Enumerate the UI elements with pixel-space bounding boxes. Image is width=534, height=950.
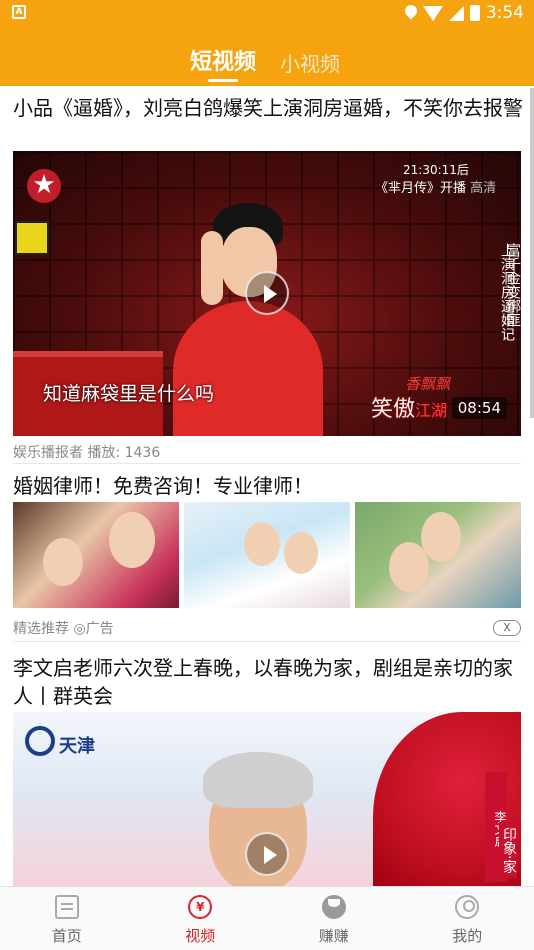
ad-image-1[interactable] [13, 502, 179, 608]
scrollbar[interactable] [530, 88, 534, 418]
video-title[interactable]: 小品《逼婚》，刘亮白鸽爆笑上演洞房逼婚，不笑你去报警 [13, 94, 523, 122]
video-feed[interactable]: 小品《逼婚》，刘亮白鸽爆笑上演洞房逼婚，不笑你去报警 ★ 21:30:11后 《… [0, 86, 534, 886]
nav-video[interactable]: ¥ 视频 [134, 887, 268, 950]
status-icons: 3:54 [405, 3, 524, 23]
status-bar: A 3:54 [0, 0, 534, 28]
nav-video-label: 视频 [185, 927, 216, 945]
ad-title[interactable]: 婚姻律师！免费咨询！专业律师！ [13, 472, 523, 500]
divider [13, 463, 521, 464]
battery-icon [469, 5, 480, 21]
channel-logo-icon: ★ [27, 169, 61, 203]
video-source: 娱乐播报者 [13, 445, 83, 461]
channel-name: 天津 [59, 736, 95, 757]
overlay-vertical-caption-2: 富千金变绑匪 [505, 243, 521, 327]
overlay-vertical-caption-2: 印象·家 [499, 822, 517, 878]
nav-home-label: 首页 [51, 927, 82, 945]
tab-short-video[interactable]: 短视频 [190, 44, 256, 76]
sponsor-badge-icon [15, 221, 49, 255]
channel-logo-icon [25, 726, 55, 756]
notification-icon: A [12, 5, 26, 19]
bottom-nav: 首页 ¥ 视频 赚赚 我的 [0, 886, 534, 950]
active-tab-indicator [208, 79, 238, 82]
ad-image-2[interactable] [184, 502, 350, 608]
home-icon [54, 895, 79, 919]
nav-earn-label: 赚赚 [318, 927, 349, 945]
nav-home[interactable]: 首页 [0, 887, 134, 950]
tab-mini-video[interactable]: 小视频 [280, 48, 340, 77]
ad-close-button[interactable]: X [493, 620, 521, 636]
play-icon[interactable] [245, 271, 289, 315]
overlay-program: 《芈月传》开播 高清 [375, 181, 497, 196]
show-brand: 笑傲江湖 [371, 397, 448, 422]
ad-tag: 精选推荐 [13, 621, 69, 637]
app-header: A 3:54 短视频 小视频 [0, 0, 534, 86]
video-icon: ¥ [188, 895, 213, 919]
play-icon[interactable] [245, 832, 289, 876]
status-time: 3:54 [485, 3, 524, 23]
ad-image-3[interactable] [355, 502, 521, 608]
video-title[interactable]: 李文启老师六次登上春晚，以春晚为家，剧组是亲切的家人丨群英会 [13, 654, 523, 710]
nav-profile[interactable]: 我的 [401, 887, 534, 950]
video-thumbnail[interactable]: ★ 21:30:11后 《芈月传》开播 高清 上演洞房逼婚记 富千金变绑匪 香飘… [13, 151, 521, 436]
earn-icon [321, 895, 346, 919]
nav-earn[interactable]: 赚赚 [267, 887, 401, 950]
ad-label: 广告 [85, 621, 114, 637]
overlay-time: 21:30:11后 [403, 163, 469, 177]
video-play-count: 播放: 1436 [87, 445, 161, 461]
wifi-icon [422, 5, 443, 21]
divider [13, 641, 521, 642]
location-icon [405, 5, 417, 21]
profile-icon [455, 895, 480, 919]
video-subtitle: 知道麻袋里是什么吗 [43, 383, 215, 405]
video-duration: 08:54 [451, 397, 507, 419]
ad-meta: 精选推荐 ◎广告 [13, 618, 114, 638]
nav-profile-label: 我的 [452, 927, 483, 945]
top-tabs: 短视频 小视频 [0, 40, 534, 86]
ad-label-icon: ◎ [73, 621, 86, 637]
signal-icon [448, 5, 464, 21]
video-thumbnail[interactable]: 天津 李文启 印象·家 [13, 712, 521, 886]
video-meta: 娱乐播报者 播放: 1436 [13, 442, 160, 462]
